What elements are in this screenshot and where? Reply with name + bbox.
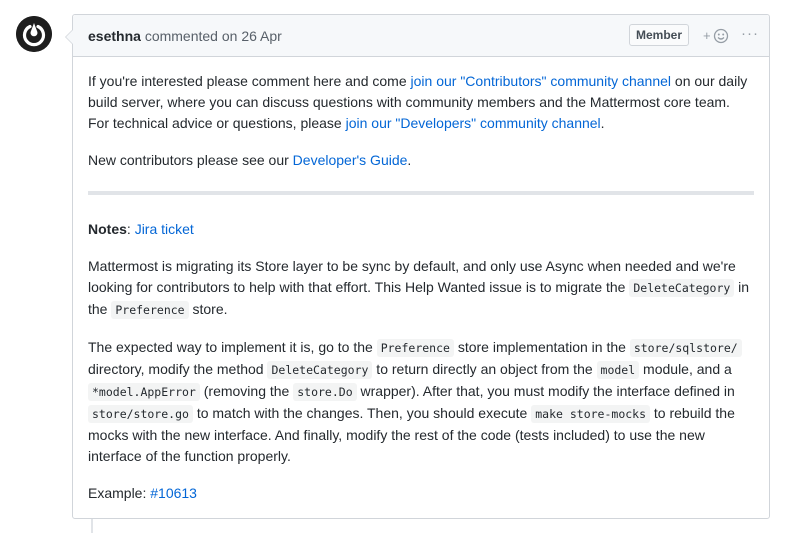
author-link[interactable]: esethna [88, 28, 141, 44]
text: to return directly an object from the [372, 361, 597, 377]
text: If you're interested please comment here… [88, 73, 411, 89]
paragraph-migration: Mattermost is migrating its Store layer … [88, 256, 754, 321]
member-badge: Member [629, 24, 690, 46]
text: to match with the changes. Then, you sho… [192, 405, 532, 421]
avatar[interactable] [16, 16, 52, 52]
example-issue-link[interactable]: #10613 [150, 485, 197, 501]
text: Example: [88, 485, 151, 501]
inline-code: model [596, 361, 640, 379]
comment-card: esethna commented on 26 Apr Member + ···… [65, 14, 770, 519]
text: . [407, 152, 412, 168]
paragraph-implementation: The expected way to implement it is, go … [88, 337, 754, 467]
more-options-button[interactable]: ··· [741, 26, 759, 46]
text: (removing the [199, 383, 294, 399]
inline-code: store.Do [293, 383, 357, 401]
add-reaction-button[interactable]: + [703, 26, 731, 46]
inline-code: Preference [111, 301, 189, 319]
comment-body: If you're interested please comment here… [73, 57, 769, 504]
inline-code: store/sqlstore/ [629, 339, 742, 357]
inline-code: make store-mocks [531, 405, 651, 423]
timeline-line [91, 519, 93, 533]
developers-channel-link[interactable]: join our "Developers" community channel [346, 115, 601, 131]
paragraph-example: Example: #10613 [88, 483, 754, 504]
text: wrapper). After that, you must modify th… [356, 383, 735, 399]
inline-code: Preference [376, 339, 454, 357]
comment-date-link[interactable]: 26 Apr [241, 28, 281, 44]
kebab-horizontal-icon: ··· [741, 25, 759, 42]
jira-ticket-link[interactable]: Jira ticket [135, 221, 194, 237]
inline-code: DeleteCategory [629, 279, 735, 297]
plus-icon: + [703, 28, 711, 43]
section-divider [88, 191, 754, 195]
notes-label: Notes [88, 221, 127, 237]
text: . [600, 115, 605, 131]
contributors-channel-link[interactable]: join our "Contributors" community channe… [411, 73, 672, 89]
paragraph-guide: New contributors please see our Develope… [88, 150, 754, 171]
inline-code: *model.AppError [88, 383, 200, 401]
text: The expected way to implement it is, go … [88, 339, 377, 355]
inline-code: store/store.go [88, 405, 193, 423]
comment-action: commented on [144, 28, 238, 44]
text: : [126, 221, 135, 237]
mattermost-logo-icon [16, 16, 52, 52]
text: New contributors please see our [88, 152, 293, 168]
comment-header: esethna commented on 26 Apr Member + ··· [73, 15, 769, 57]
text: store implementation in the [453, 339, 630, 355]
paragraph-notes: Notes: Jira ticket [88, 219, 754, 240]
text: module, and a [639, 361, 732, 377]
text: directory, modify the method [88, 361, 268, 377]
smiley-icon [713, 28, 729, 44]
paragraph-contributors: If you're interested please comment here… [88, 71, 754, 134]
inline-code: DeleteCategory [267, 361, 373, 379]
developers-guide-link[interactable]: Developer's Guide [293, 152, 408, 168]
text: store. [188, 301, 228, 317]
